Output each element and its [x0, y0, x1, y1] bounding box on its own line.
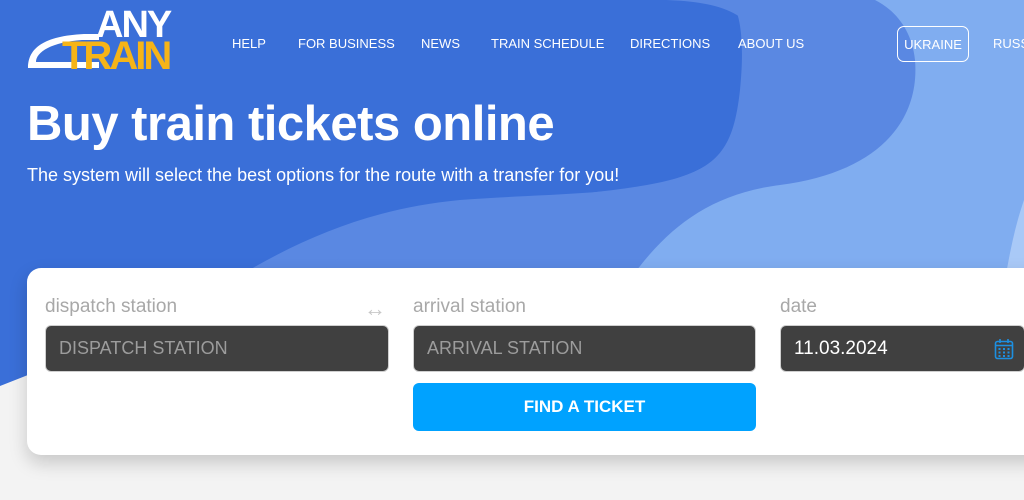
- swap-arrows-icon[interactable]: ↔: [364, 296, 386, 322]
- dispatch-station-label: dispatch station: [45, 296, 178, 317]
- nav-for-business[interactable]: FOR BUSINESS: [298, 36, 395, 51]
- page-title: Buy train tickets online: [27, 97, 555, 151]
- find-ticket-button[interactable]: FIND A TICKET: [413, 383, 756, 431]
- date-value: 11.03.2024: [794, 337, 888, 359]
- nav-directions[interactable]: DIRECTIONS: [630, 36, 710, 51]
- ticket-search-form: dispatch station ↔ DISPATCH STATION arri…: [27, 268, 1024, 455]
- date-input[interactable]: 11.03.2024: [780, 325, 1024, 372]
- dispatch-station-input[interactable]: DISPATCH STATION: [45, 325, 389, 372]
- nav-about-us[interactable]: ABOUT US: [738, 36, 804, 51]
- arrival-station-input[interactable]: ARRIVAL STATION: [413, 325, 756, 372]
- logo-text-train: TRAIN: [62, 34, 172, 78]
- nav-train-schedule[interactable]: TRAIN SCHEDULE: [491, 36, 604, 51]
- calendar-icon[interactable]: [994, 338, 1014, 360]
- date-label: date: [780, 296, 817, 317]
- arrival-station-label: arrival station: [413, 296, 526, 317]
- nav-help[interactable]: HELP: [232, 36, 266, 51]
- site-header: ANY TRAIN HELP FOR BUSINESS NEWS TRAIN S…: [0, 0, 1024, 90]
- language-ukraine-button[interactable]: UKRAINE: [897, 26, 969, 62]
- language-russian-button[interactable]: RUSS: [993, 36, 1024, 51]
- anytrain-logo[interactable]: ANY TRAIN: [24, 4, 194, 78]
- hero-subtitle: The system will select the best options …: [27, 165, 620, 185]
- nav-news[interactable]: NEWS: [421, 36, 460, 51]
